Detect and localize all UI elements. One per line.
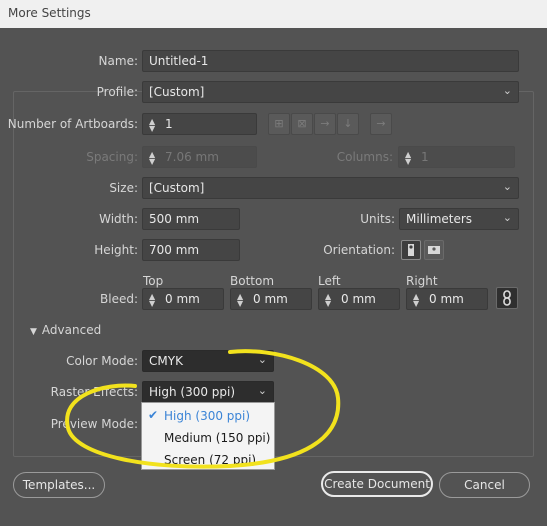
menu-item-label: Screen (72 ppi) [164,453,257,467]
portrait-icon [408,244,414,256]
cancel-button[interactable]: Cancel [439,472,530,498]
raster-effects-dropdown[interactable]: High (300 ppi) ⌄ [142,381,274,403]
size-value: [Custom] [149,181,205,195]
preview-mode-label: Preview Mode: [50,417,138,431]
menu-item-high[interactable]: ✔ High (300 ppi) [142,405,274,427]
stepper-arrows-icon: ▲ ▼ [149,291,156,308]
advanced-toggle[interactable]: ▼ Advanced [30,323,101,337]
chevron-down-icon: ⌄ [502,180,512,193]
width-field[interactable]: 500 mm [142,208,240,230]
bleed-top-field[interactable]: ▲ ▼ 0 mm [142,288,224,310]
arrange-by-column-icon: ↓ [337,113,359,135]
stepper-arrows-icon: ▲ ▼ [149,149,156,166]
stepper-arrows-icon: ▲ ▼ [405,149,412,166]
bleed-label: Bleed: [100,292,138,306]
name-label: Name: [98,54,138,68]
color-mode-dropdown[interactable]: CMYK ⌄ [142,350,274,372]
bleed-bottom-field[interactable]: ▲ ▼ 0 mm [230,288,312,310]
height-field[interactable]: 700 mm [142,239,240,261]
menu-item-label: High (300 ppi) [164,409,251,423]
more-settings-dialog: More Settings Name: Untitled-1 Profile: … [0,0,547,526]
bleed-left-value: 0 mm [341,292,376,306]
bleed-right-label: Right [406,274,438,288]
link-bleed-button[interactable] [496,287,518,309]
color-mode-value: CMYK [149,354,183,368]
spacing-field: ▲ ▼ 7.06 mm [142,146,257,168]
chain-link-icon [503,290,511,306]
stepper-arrows-icon: ▲ ▼ [149,116,156,133]
raster-effects-menu: ✔ High (300 ppi) Medium (150 ppi) Screen … [141,402,275,470]
bleed-top-value: 0 mm [165,292,200,306]
bleed-right-value: 0 mm [429,292,464,306]
stepper-arrows-icon: ▲ ▼ [325,291,332,308]
right-to-left-icon: → [370,113,392,135]
title-bar: More Settings [0,0,547,28]
columns-value: 1 [421,150,429,164]
window-title: More Settings [8,6,91,20]
bleed-bottom-value: 0 mm [253,292,288,306]
bleed-left-label: Left [318,274,341,288]
artboards-value: 1 [165,117,173,131]
height-value: 700 mm [149,243,200,257]
landscape-orientation-button[interactable] [424,240,444,260]
templates-button[interactable]: Templates... [13,472,105,498]
size-dropdown[interactable]: [Custom] ⌄ [142,177,519,199]
portrait-orientation-button[interactable] [401,240,421,260]
columns-field: ▲ ▼ 1 [398,146,515,168]
size-label: Size: [109,181,138,195]
artboards-label: Number of Artboards: [7,117,138,131]
profile-label: Profile: [96,85,138,99]
stepper-arrows-icon: ▲ ▼ [237,291,244,308]
create-document-button[interactable]: Create Document [321,471,433,497]
spacing-label: Spacing: [86,150,138,164]
raster-effects-value: High (300 ppi) [149,385,236,399]
chevron-down-icon: ⌄ [257,353,267,366]
advanced-label: Advanced [41,323,102,337]
units-dropdown[interactable]: Millimeters ⌄ [399,208,519,230]
profile-dropdown[interactable]: [Custom] ⌄ [142,81,519,103]
spacing-value: 7.06 mm [165,150,219,164]
columns-label: Columns: [336,150,393,164]
name-value: Untitled-1 [149,54,209,68]
units-label: Units: [360,212,395,226]
stepper-arrows-icon: ▲ ▼ [413,291,420,308]
width-value: 500 mm [149,212,200,226]
menu-item-medium[interactable]: Medium (150 ppi) [142,427,274,449]
menu-item-screen[interactable]: Screen (72 ppi) [142,449,274,471]
menu-item-label: Medium (150 ppi) [164,431,271,445]
color-mode-label: Color Mode: [66,354,138,368]
artboards-stepper[interactable]: ▲ ▼ 1 [142,113,257,135]
bleed-top-label: Top [143,274,164,288]
checkmark-icon: ✔ [148,408,159,422]
grid-by-column-icon: ⊠ [291,113,313,135]
chevron-down-icon: ⌄ [502,84,512,97]
bleed-right-field[interactable]: ▲ ▼ 0 mm [406,288,488,310]
chevron-down-icon: ⌄ [257,384,267,397]
chevron-down-icon: ⌄ [502,211,512,224]
triangle-down-icon: ▼ [30,327,37,337]
name-field[interactable]: Untitled-1 [142,50,519,72]
orientation-label: Orientation: [323,243,395,257]
arrange-by-row-icon: → [314,113,336,135]
bleed-left-field[interactable]: ▲ ▼ 0 mm [318,288,400,310]
profile-value: [Custom] [149,85,205,99]
bleed-bottom-label: Bottom [230,274,275,288]
width-label: Width: [99,212,138,226]
height-label: Height: [94,243,138,257]
landscape-icon [428,246,440,254]
units-value: Millimeters [406,212,473,226]
grid-by-row-icon: ⊞ [268,113,290,135]
raster-effects-label: Raster Effects: [50,385,138,399]
